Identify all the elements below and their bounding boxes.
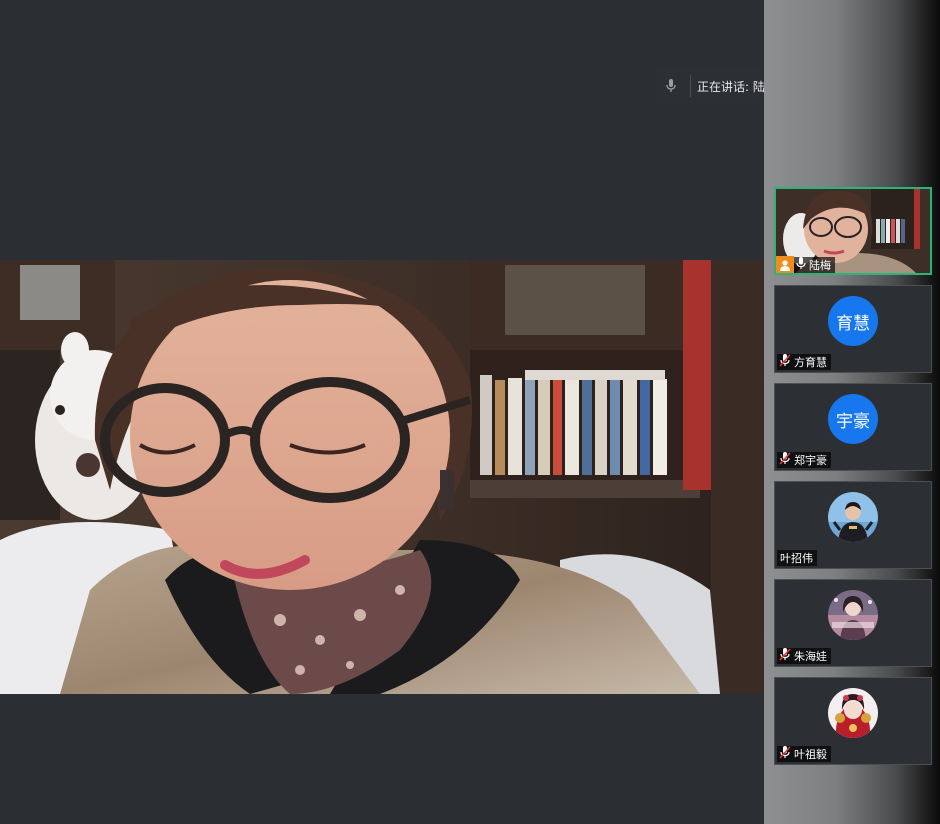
avatar (828, 688, 878, 738)
participant-name: 陆梅 (809, 259, 831, 272)
microphone-muted-icon (779, 648, 791, 664)
microphone-icon (796, 257, 806, 273)
participant-name: 方育慧 (794, 356, 827, 369)
participant-tile[interactable]: 叶祖毅 (774, 677, 932, 765)
microphone-icon[interactable] (656, 68, 686, 104)
participant-name-tag: 叶招伟 (777, 550, 817, 566)
participant-name-tag: 陆梅 (776, 256, 835, 273)
participant-name-tag: 朱海娃 (777, 648, 831, 664)
participant-name: 叶祖毅 (794, 748, 827, 761)
microphone-muted-icon (779, 746, 791, 762)
microphone-muted-icon (779, 452, 791, 468)
participant-name-tag: 方育慧 (777, 354, 831, 370)
participant-tile[interactable]: 叶招伟 (774, 481, 932, 569)
microphone-muted-icon (779, 354, 791, 370)
participant-name-tag: 叶祖毅 (777, 746, 831, 762)
video-frame-illustration (0, 260, 764, 694)
divider (690, 75, 691, 97)
avatar: 宇豪 (828, 394, 878, 444)
avatar (828, 590, 878, 640)
participant-name-tag: 郑宇豪 (777, 452, 831, 468)
host-person-icon (776, 256, 794, 273)
participant-name: 朱海娃 (794, 650, 827, 663)
participant-tile[interactable]: 朱海娃 (774, 579, 932, 667)
participant-tile[interactable]: 陆梅 (774, 187, 932, 275)
participant-tile[interactable]: 育慧 方育慧 (774, 285, 932, 373)
participant-name: 叶招伟 (780, 552, 813, 565)
avatar (828, 492, 878, 542)
avatar: 育慧 (828, 296, 878, 346)
main-video-feed (0, 260, 764, 694)
participant-tile[interactable]: 宇豪 郑宇豪 (774, 383, 932, 471)
participant-name: 郑宇豪 (794, 454, 827, 467)
